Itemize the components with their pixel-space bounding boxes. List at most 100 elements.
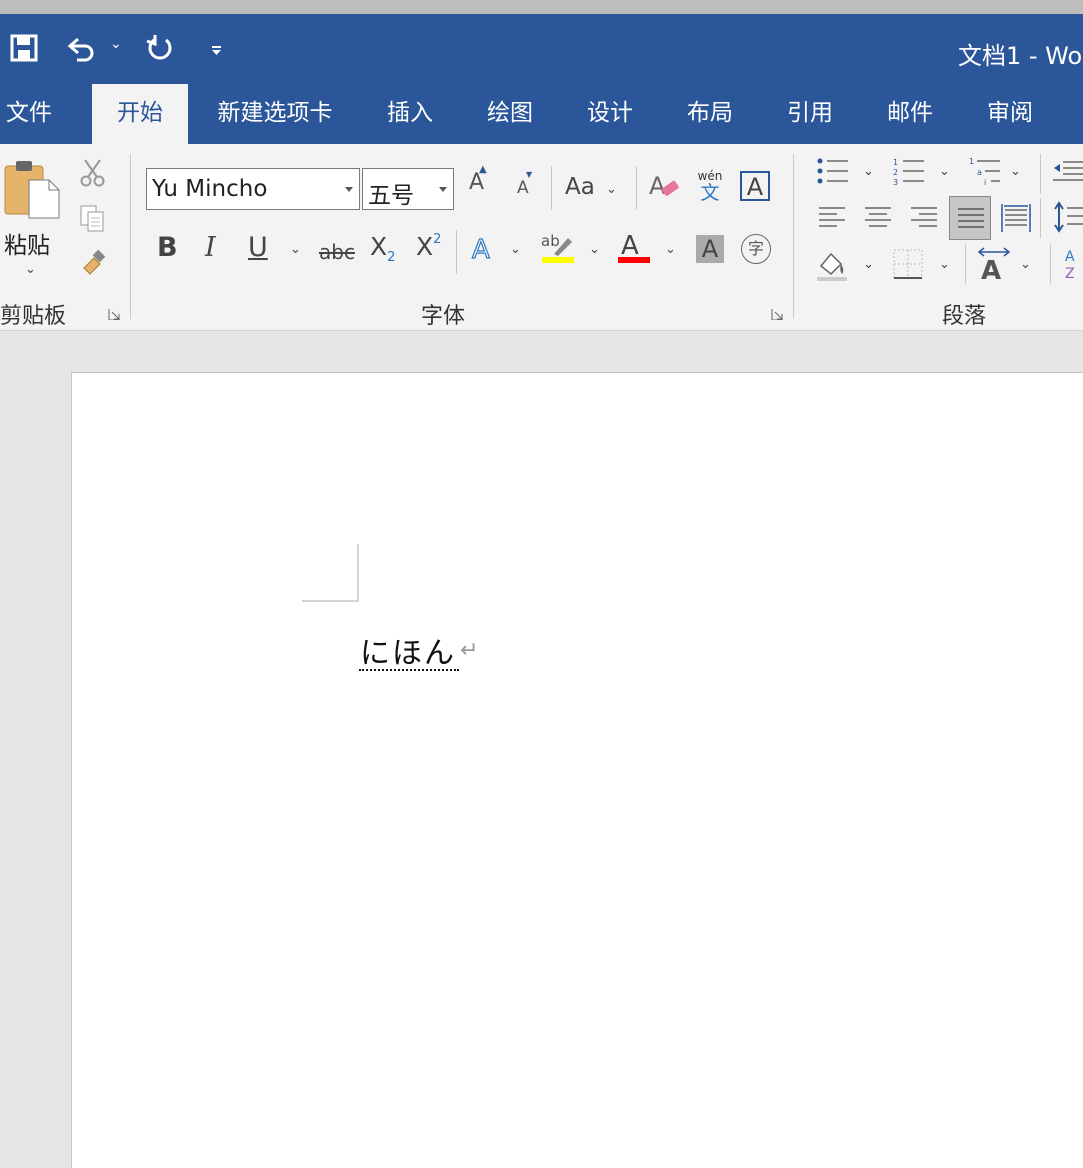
redo-icon[interactable] [145, 33, 175, 63]
paste-dropdown-icon[interactable]: ⌄ [25, 262, 36, 277]
tab-design[interactable]: 设计 [570, 84, 650, 144]
tab-references[interactable]: 引用 [770, 84, 850, 144]
borders-icon[interactable] [892, 248, 924, 280]
document-page[interactable] [71, 372, 1083, 1168]
svg-text:1: 1 [893, 158, 898, 167]
paste-button-label[interactable]: 粘贴 [4, 226, 50, 260]
numbering-icon[interactable]: 123 [892, 156, 926, 188]
subscript-mark: 2 [387, 250, 396, 265]
save-icon[interactable] [10, 34, 38, 62]
tab-file[interactable]: 文件 [0, 84, 58, 144]
line-spacing-icon[interactable] [1053, 200, 1083, 236]
strikethrough-button[interactable]: abc [319, 240, 355, 264]
tab-new-tab[interactable]: 新建选项卡 [205, 84, 345, 144]
change-case-button[interactable]: Aa [565, 174, 595, 200]
separator [130, 154, 131, 319]
tab-mailings[interactable]: 邮件 [870, 84, 950, 144]
format-painter-icon[interactable] [80, 250, 106, 278]
chevron-down-icon [439, 187, 447, 192]
underline-button[interactable]: U [248, 232, 268, 263]
sort-icon[interactable]: A Z [1063, 246, 1083, 282]
character-shading-icon[interactable]: A [696, 235, 724, 263]
separator [551, 166, 552, 210]
character-spacing-icon[interactable]: A [976, 246, 1012, 282]
font-color-bar [618, 257, 650, 263]
chevron-down-icon[interactable]: ⌄ [290, 242, 301, 257]
font-name-value: Yu Mincho [152, 176, 268, 202]
svg-text:2: 2 [893, 168, 898, 177]
superscript-letter: X [416, 232, 434, 261]
chevron-down-icon[interactable]: ⌄ [665, 242, 676, 257]
svg-text:i: i [984, 178, 986, 187]
cut-icon[interactable] [80, 158, 106, 188]
distributed-icon[interactable] [1000, 202, 1032, 234]
align-left-icon[interactable] [817, 204, 847, 232]
separator [636, 166, 637, 210]
font-launcher-icon[interactable] [771, 308, 783, 320]
font-group-label: 字体 [421, 304, 466, 329]
document-text[interactable]: にほん [360, 628, 456, 672]
phonetic-guide-button[interactable]: wén 文 [696, 170, 724, 204]
ribbon-tabs: 文件 开始 新建选项卡 插入 绘图 设计 布局 引用 邮件 审阅 [0, 84, 1083, 144]
title-bar: ⌄ 文档1 - Wo [0, 14, 1083, 84]
chevron-down-icon [345, 187, 353, 192]
tab-review[interactable]: 审阅 [970, 84, 1050, 144]
separator [1050, 244, 1051, 284]
italic-button[interactable]: I [205, 232, 216, 263]
clear-formatting-icon[interactable]: A [647, 170, 681, 204]
margin-corner-mark [302, 544, 359, 602]
undo-dropdown-icon[interactable]: ⌄ [110, 36, 122, 52]
separator [793, 154, 794, 319]
paste-icon[interactable] [3, 158, 63, 220]
clipboard-launcher-icon[interactable] [108, 308, 120, 320]
grow-font-icon[interactable]: A ▲ [469, 164, 487, 195]
chevron-down-icon[interactable]: ⌄ [939, 257, 950, 272]
svg-text:Z: Z [1065, 266, 1075, 282]
font-size-value: 五号 [368, 183, 414, 209]
align-center-icon[interactable] [863, 204, 893, 232]
character-border-icon[interactable]: A [740, 171, 770, 201]
tab-layout[interactable]: 布局 [670, 84, 750, 144]
copy-icon[interactable] [79, 204, 107, 234]
separator [965, 244, 966, 284]
window-top-edge [0, 0, 1083, 14]
bullets-icon[interactable] [816, 156, 850, 188]
chevron-down-icon[interactable]: ⌄ [606, 182, 617, 197]
align-right-icon[interactable] [909, 204, 939, 232]
tab-home[interactable]: 开始 [92, 84, 188, 144]
justify-button[interactable] [949, 196, 991, 240]
paragraph-mark: ↵ [460, 638, 479, 663]
chevron-down-icon[interactable]: ⌄ [1010, 164, 1021, 179]
tab-insert[interactable]: 插入 [370, 84, 450, 144]
decrease-indent-icon[interactable] [1051, 158, 1083, 186]
font-size-combo[interactable]: 五号 [362, 168, 454, 210]
superscript-button[interactable]: X2 [416, 232, 441, 261]
customize-quick-access-icon[interactable] [210, 44, 224, 56]
chevron-down-icon[interactable]: ⌄ [863, 257, 874, 272]
chevron-down-icon[interactable]: ⌄ [863, 164, 874, 179]
highlight-icon[interactable]: ab [540, 230, 576, 266]
svg-text:A: A [1065, 249, 1075, 265]
tab-draw[interactable]: 绘图 [470, 84, 550, 144]
subscript-button[interactable]: X2 [370, 232, 395, 265]
justify-icon [958, 208, 984, 228]
shrink-font-icon[interactable]: A ▼ [517, 170, 532, 198]
bold-button[interactable]: B [157, 232, 178, 263]
ribbon-home: 粘贴 ⌄ 剪贴板 Yu Mincho 五号 A ▲ A ▼ Aa ⌄ A wén 文… [0, 144, 1083, 331]
shading-icon[interactable] [815, 246, 851, 282]
multilevel-list-icon[interactable]: 1ai [968, 156, 1002, 188]
svg-text:a: a [977, 168, 982, 177]
enclose-characters-button[interactable]: 字 [741, 234, 771, 264]
svg-text:A: A [472, 235, 490, 264]
chevron-down-icon[interactable]: ⌄ [1020, 257, 1031, 272]
paragraph-group-label: 段落 [942, 304, 987, 329]
font-color-icon[interactable]: A [617, 230, 653, 266]
superscript-mark: 2 [433, 232, 442, 247]
chevron-down-icon[interactable]: ⌄ [939, 164, 950, 179]
text-effects-icon[interactable]: A [470, 234, 498, 264]
chevron-down-icon[interactable]: ⌄ [510, 242, 521, 257]
undo-icon[interactable] [66, 34, 96, 62]
subscript-letter: X [370, 232, 388, 261]
font-name-combo[interactable]: Yu Mincho [146, 168, 360, 210]
chevron-down-icon[interactable]: ⌄ [589, 242, 600, 257]
